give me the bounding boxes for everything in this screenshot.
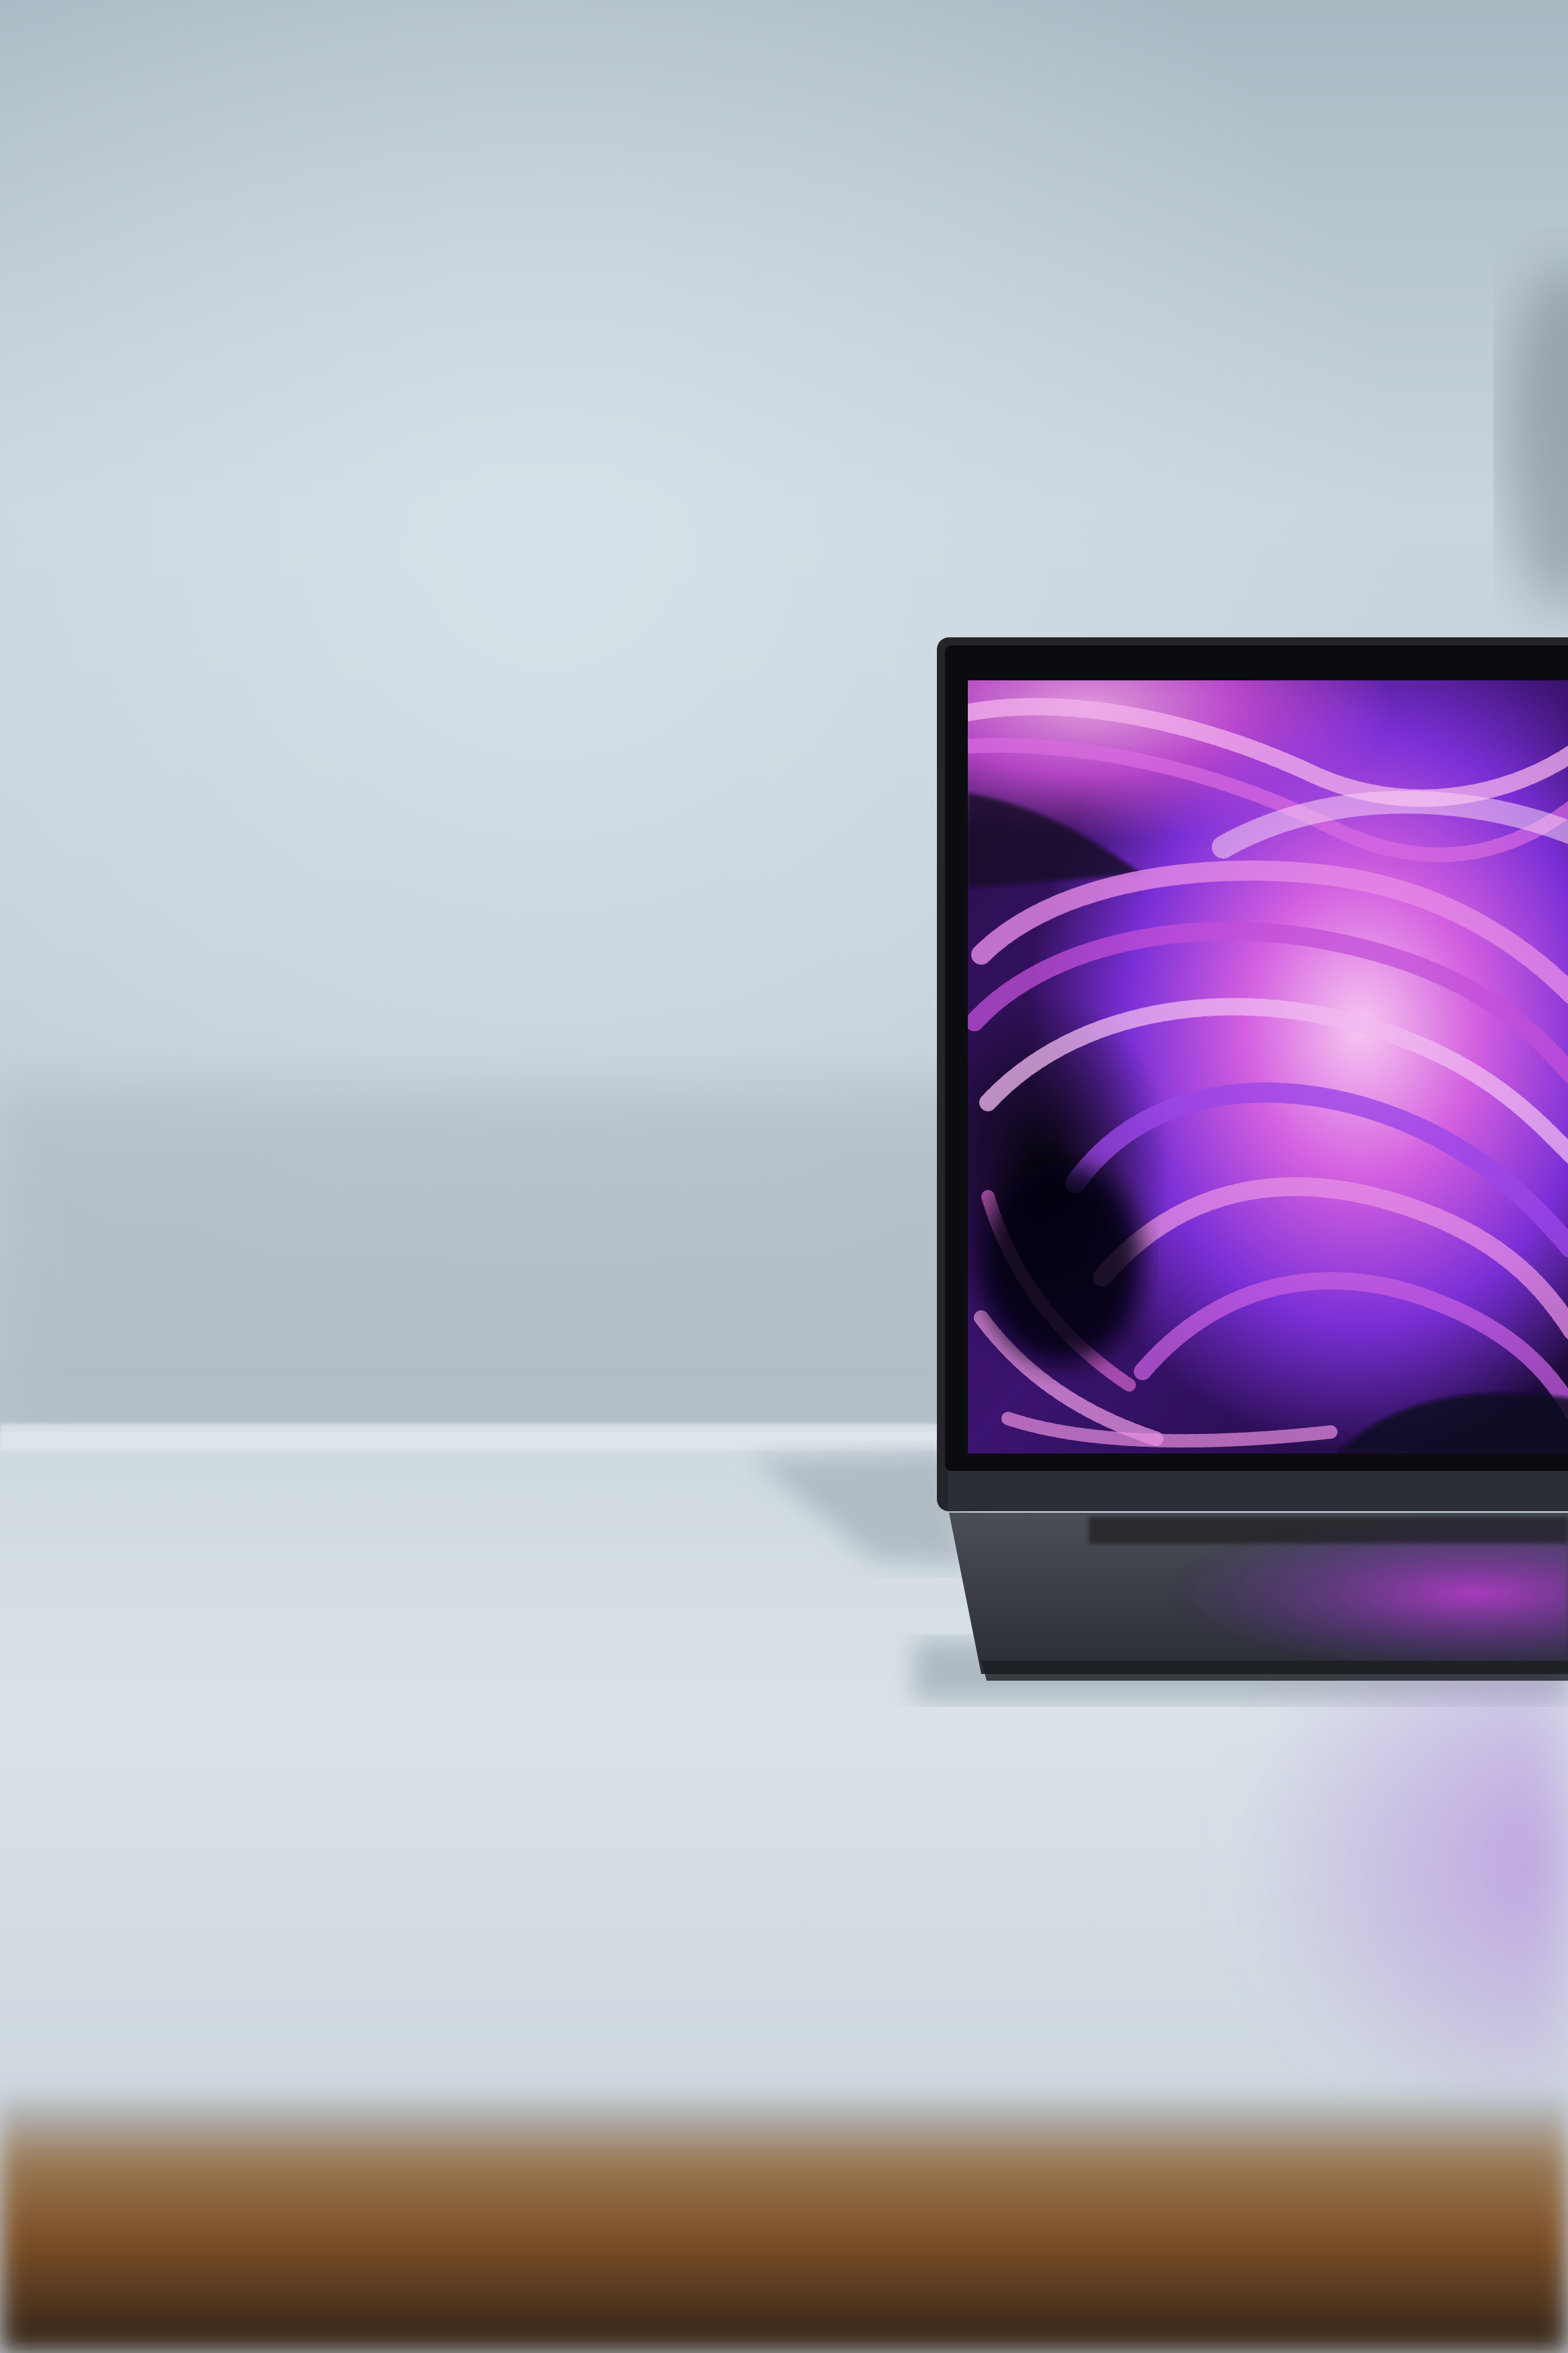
laptop-screen [968,680,1568,1453]
photo-scene [0,0,1568,2353]
laptop-keyboard [1089,1517,1568,1544]
laptop-hinge [948,1471,1568,1511]
photo-canvas [0,0,1568,2353]
desk-edge [0,2098,1568,2353]
laptop [937,637,1568,1681]
